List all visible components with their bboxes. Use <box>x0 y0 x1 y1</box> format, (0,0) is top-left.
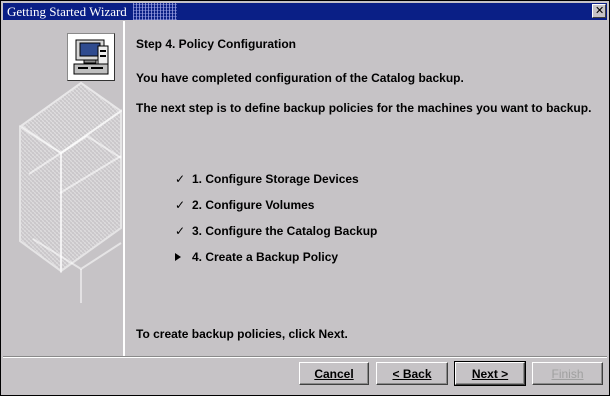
cancel-button[interactable]: Cancel <box>299 362 369 385</box>
finish-button-label: Finish <box>551 367 584 381</box>
getting-started-wizard-window: Getting Started Wizard ✕ Step 4. Policy … <box>0 0 610 396</box>
right-arrow-icon <box>175 253 181 261</box>
wizard-sidebar <box>3 21 122 356</box>
wizard-content: Step 4. Policy Configuration You have co… <box>123 21 607 356</box>
checklist-label: 1. Configure Storage Devices <box>192 172 359 186</box>
step-title: Step 4. Policy Configuration <box>136 37 297 51</box>
button-area-divider <box>3 356 607 358</box>
back-button[interactable]: < Back <box>376 362 448 385</box>
title-bar: Getting Started Wizard ✕ <box>3 3 607 20</box>
configuration-checklist: ✓ 1. Configure Storage Devices ✓ 2. Conf… <box>170 171 490 281</box>
finish-button[interactable]: Finish <box>532 362 603 385</box>
next-step-message: The next step is to define backup polici… <box>136 101 592 115</box>
check-icon: ✓ <box>174 198 186 212</box>
checklist-label: 4. Create a Backup Policy <box>192 250 339 264</box>
next-button-label: Next > <box>471 367 509 381</box>
next-button[interactable]: Next > <box>454 361 526 386</box>
close-button[interactable]: ✕ <box>592 4 606 18</box>
check-icon: ✓ <box>174 172 186 186</box>
checklist-label: 2. Configure Volumes <box>192 198 315 212</box>
checklist-item-catalog-backup: ✓ 3. Configure the Catalog Backup <box>170 223 490 239</box>
computer-icon-graphic <box>73 39 109 75</box>
title-bar-pattern <box>133 3 177 20</box>
back-button-label: < Back <box>392 367 432 381</box>
check-icon: ✓ <box>174 224 186 238</box>
window-title: Getting Started Wizard <box>7 4 127 19</box>
completion-message: You have completed configuration of the … <box>136 71 464 85</box>
cancel-button-label: Cancel <box>314 367 354 381</box>
computer-icon <box>67 33 115 81</box>
close-icon: ✕ <box>595 4 605 17</box>
checklist-item-storage-devices: ✓ 1. Configure Storage Devices <box>170 171 490 187</box>
next-instruction: To create backup policies, click Next. <box>136 327 348 341</box>
checklist-item-volumes: ✓ 2. Configure Volumes <box>170 197 490 213</box>
checklist-item-backup-policy: 4. Create a Backup Policy <box>170 249 490 265</box>
checklist-label: 3. Configure the Catalog Backup <box>192 224 378 238</box>
